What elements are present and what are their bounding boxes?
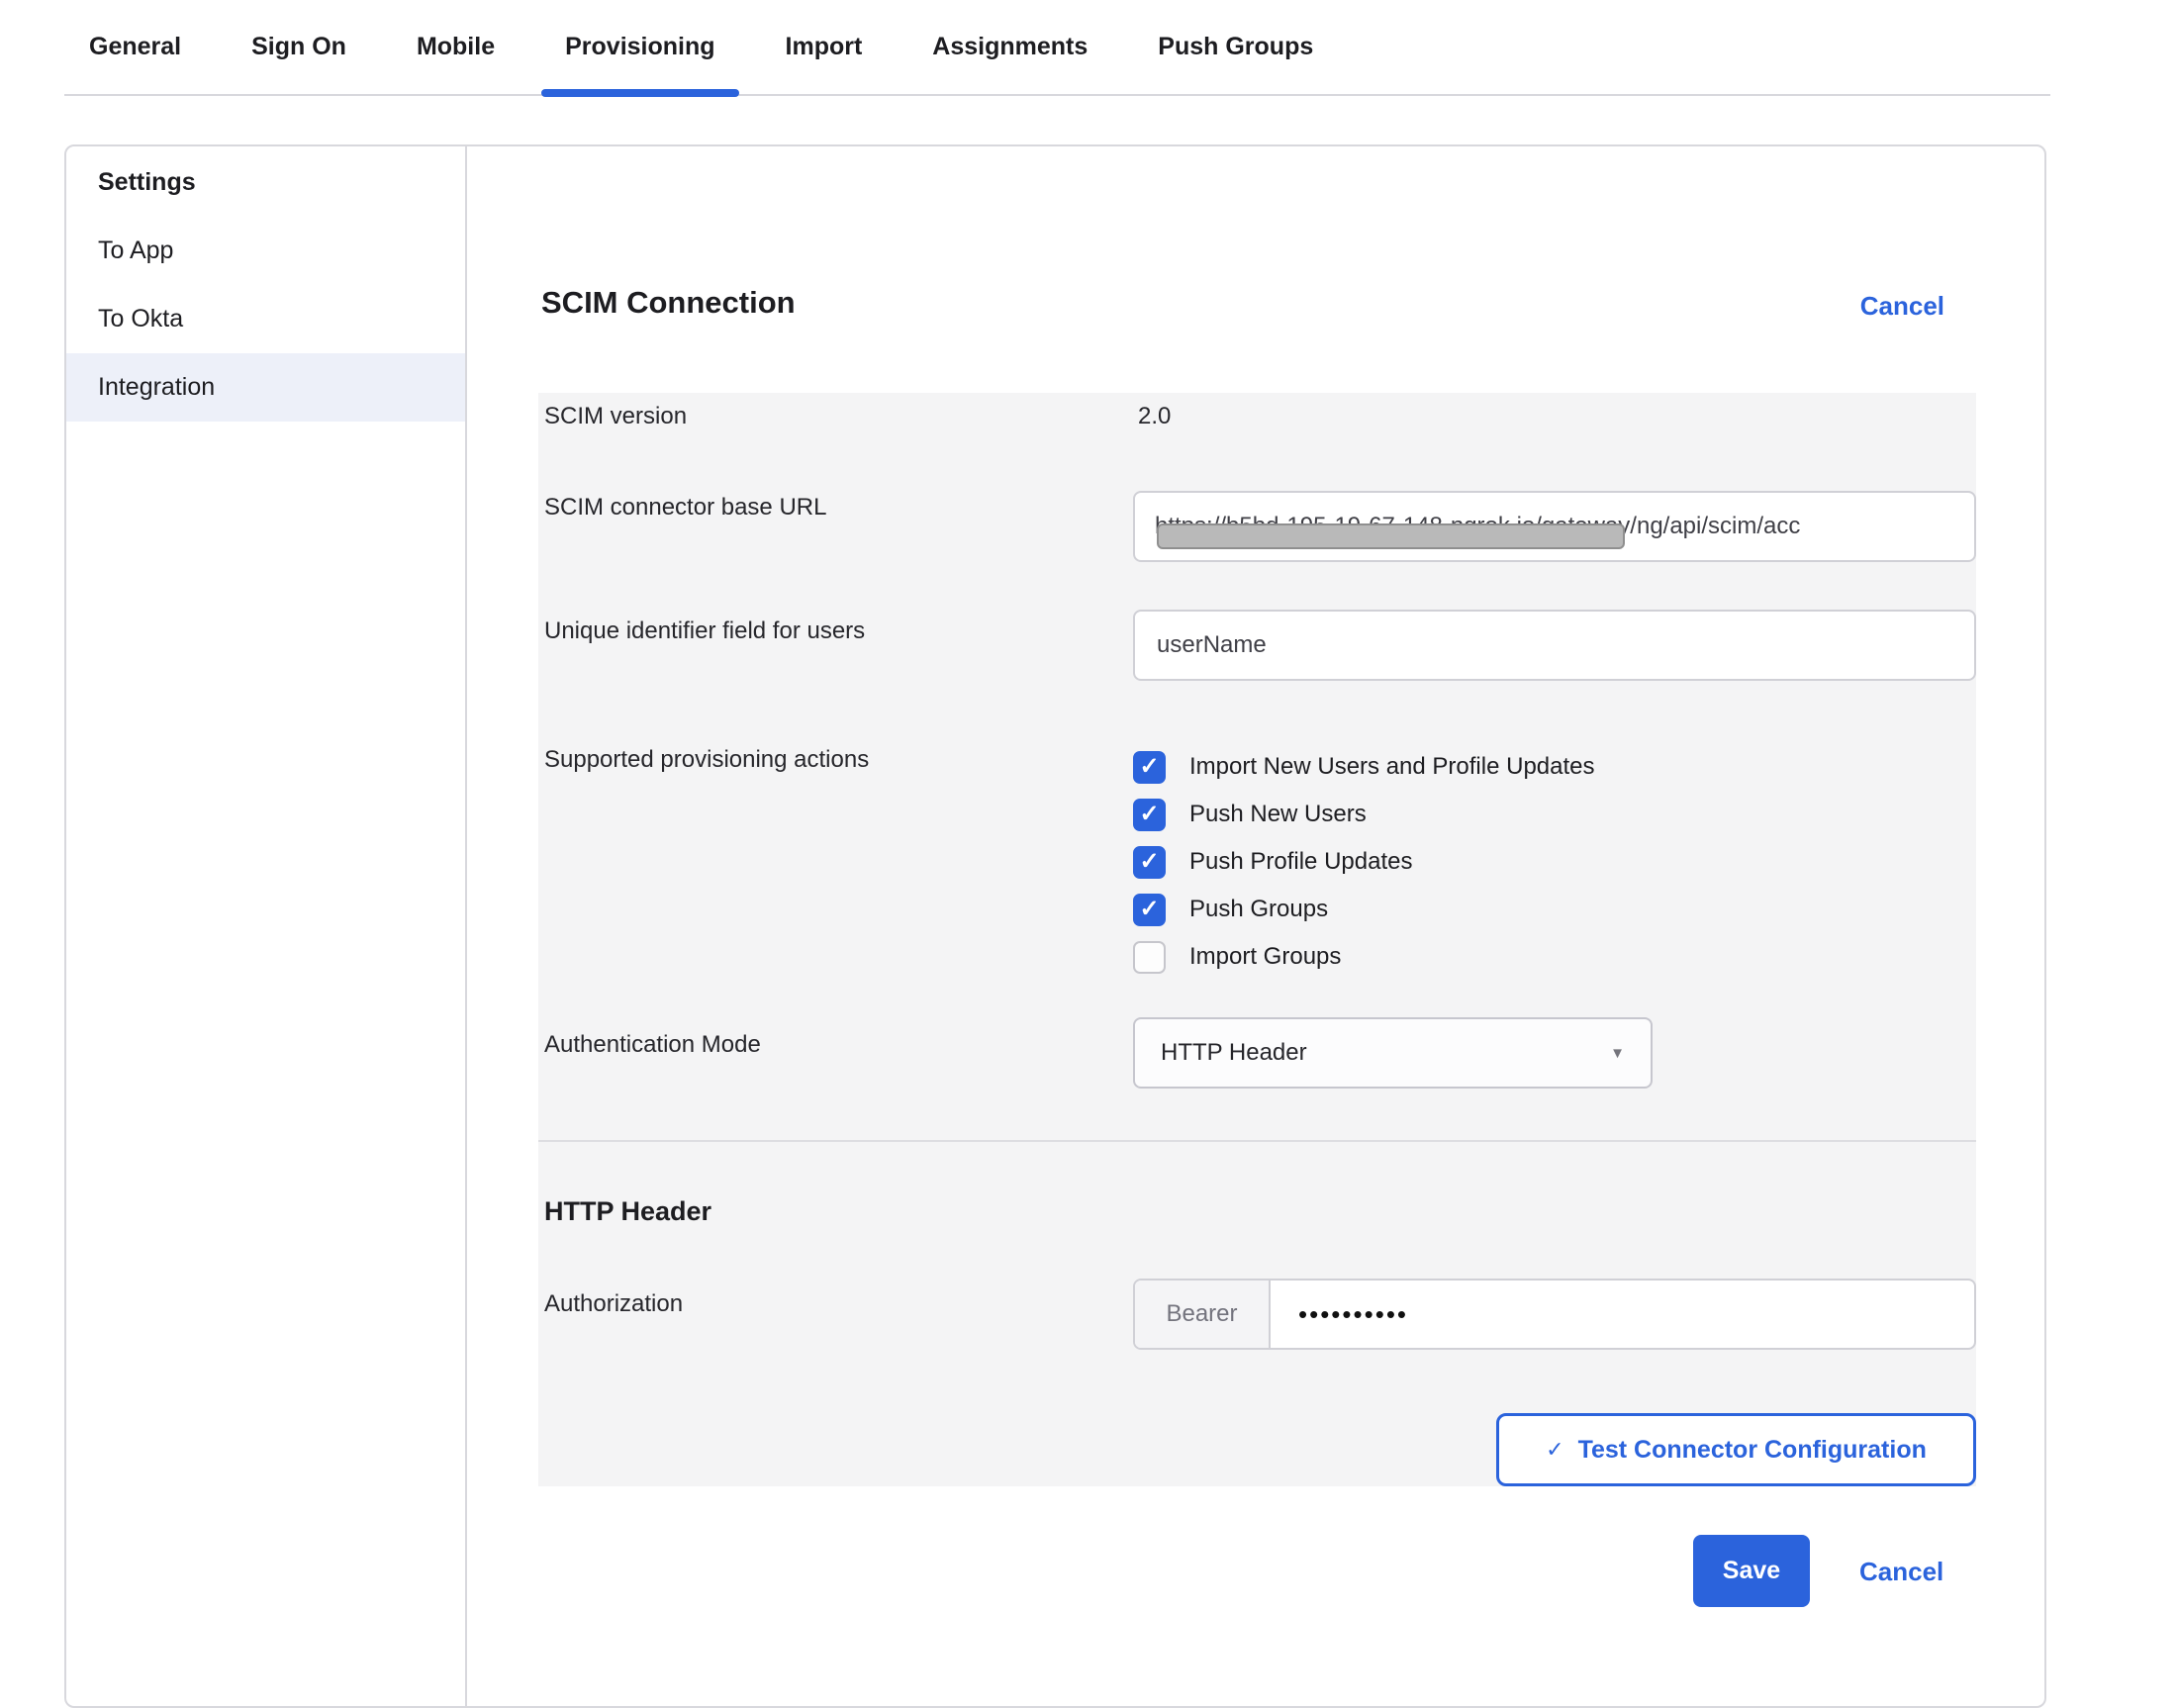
- sidebar-title-settings: Settings: [66, 148, 465, 217]
- scim-settings-panel: SCIM version 2.0 SCIM connector base URL…: [538, 393, 1976, 1486]
- authorization-input-group: Bearer ••••••••••: [1133, 1279, 1976, 1350]
- cancel-link-top[interactable]: Cancel: [1860, 291, 1944, 322]
- provisioning-actions-label: Supported provisioning actions: [544, 746, 869, 774]
- test-connector-label: Test Connector Configuration: [1578, 1436, 1927, 1465]
- provisioning-actions-list: ✓ Import New Users and Profile Updates ✓…: [1133, 743, 1595, 981]
- checkbox-label[interactable]: Import Groups: [1189, 943, 1341, 971]
- main-content: SCIM Connection Cancel SCIM version 2.0 …: [467, 146, 2044, 1706]
- checkbox-push-profile-updates[interactable]: ✓: [1133, 846, 1166, 879]
- authorization-label: Authorization: [544, 1290, 683, 1318]
- scim-version-value: 2.0: [1138, 403, 1171, 430]
- checkbox-label[interactable]: Push New Users: [1189, 801, 1367, 828]
- check-icon: ✓: [1139, 850, 1159, 874]
- http-header-section-title: HTTP Header: [544, 1196, 711, 1227]
- unique-id-input[interactable]: [1133, 610, 1976, 681]
- bearer-token-input[interactable]: ••••••••••: [1271, 1281, 1974, 1348]
- checkbox-import-groups[interactable]: ✓: [1133, 941, 1166, 974]
- save-button[interactable]: Save: [1693, 1535, 1810, 1607]
- checkbox-push-new-users[interactable]: ✓: [1133, 799, 1166, 831]
- tab-provisioning[interactable]: Provisioning: [565, 0, 714, 95]
- checkbox-row-import-new-users[interactable]: ✓ Import New Users and Profile Updates: [1133, 743, 1595, 791]
- test-connector-button[interactable]: ✓ Test Connector Configuration: [1496, 1413, 1976, 1486]
- checkbox-row-push-groups[interactable]: ✓ Push Groups: [1133, 886, 1595, 933]
- unique-id-label: Unique identifier field for users: [544, 617, 865, 645]
- checkbox-label[interactable]: Import New Users and Profile Updates: [1189, 753, 1595, 781]
- section-divider: [538, 1140, 1976, 1142]
- app-tab-bar: General Sign On Mobile Provisioning Impo…: [64, 0, 2050, 96]
- auth-mode-label: Authentication Mode: [544, 1031, 761, 1059]
- base-url-label: SCIM connector base URL: [544, 494, 826, 522]
- tab-assignments[interactable]: Assignments: [932, 0, 1088, 95]
- tab-mobile[interactable]: Mobile: [417, 0, 495, 95]
- check-icon: ✓: [1546, 1437, 1563, 1463]
- sidebar-item-to-app[interactable]: To App: [66, 217, 465, 285]
- check-icon: ✓: [1139, 898, 1159, 921]
- tab-push-groups[interactable]: Push Groups: [1158, 0, 1313, 95]
- check-icon: ✓: [1139, 755, 1159, 779]
- chevron-down-icon: ▼: [1610, 1045, 1625, 1062]
- provisioning-card: Settings To App To Okta Integration SCIM…: [64, 144, 2046, 1708]
- sidebar-item-integration[interactable]: Integration: [66, 353, 465, 422]
- checkbox-label[interactable]: Push Profile Updates: [1189, 848, 1412, 876]
- auth-mode-dropdown[interactable]: HTTP Header ▼: [1133, 1017, 1653, 1089]
- auth-mode-value: HTTP Header: [1161, 1039, 1610, 1067]
- base-url-input[interactable]: https://b5bd-195-19-67-148-ngrok.io/gate…: [1133, 491, 1976, 562]
- check-icon: ✓: [1139, 803, 1159, 826]
- tab-import[interactable]: Import: [786, 0, 863, 95]
- tab-general[interactable]: General: [89, 0, 181, 95]
- tab-sign-on[interactable]: Sign On: [251, 0, 346, 95]
- checkbox-label[interactable]: Push Groups: [1189, 896, 1328, 923]
- redaction-bar: [1157, 523, 1625, 549]
- sidebar-item-to-okta[interactable]: To Okta: [66, 285, 465, 353]
- bearer-prefix: Bearer: [1135, 1281, 1271, 1348]
- checkbox-push-groups[interactable]: ✓: [1133, 894, 1166, 926]
- scim-version-label: SCIM version: [544, 403, 687, 430]
- page-title: SCIM Connection: [541, 285, 796, 321]
- checkbox-row-push-new-users[interactable]: ✓ Push New Users: [1133, 791, 1595, 838]
- checkbox-import-new-users[interactable]: ✓: [1133, 751, 1166, 784]
- checkbox-row-push-profile-updates[interactable]: ✓ Push Profile Updates: [1133, 838, 1595, 886]
- cancel-link-bottom[interactable]: Cancel: [1859, 1557, 1943, 1587]
- checkbox-row-import-groups[interactable]: ✓ Import Groups: [1133, 933, 1595, 981]
- settings-sidebar: Settings To App To Okta Integration: [66, 146, 467, 1706]
